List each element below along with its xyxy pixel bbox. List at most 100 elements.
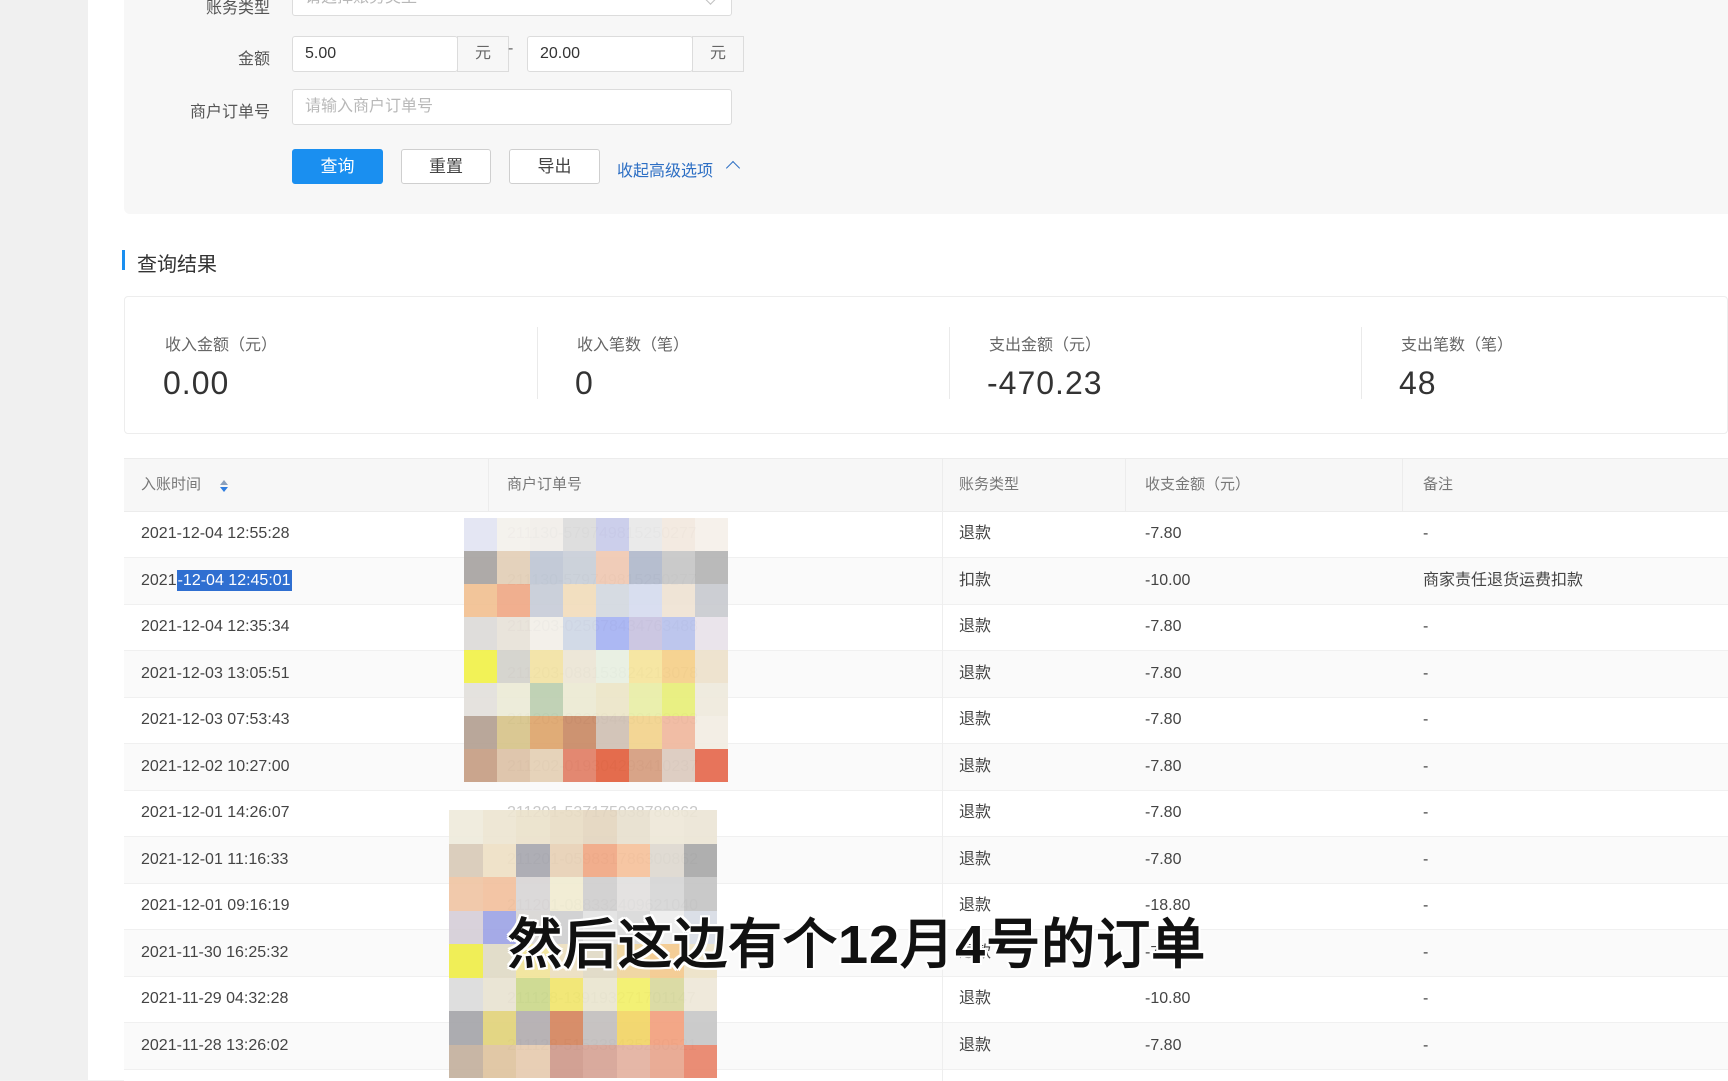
cell-type: 扣款 bbox=[959, 571, 992, 589]
amount-min-input[interactable]: 5.00 bbox=[292, 36, 458, 72]
results-title: 查询结果 bbox=[137, 254, 217, 276]
time-text: 2021-12-04 12:35:34 bbox=[141, 618, 290, 635]
mosaic-tile bbox=[449, 910, 483, 944]
mosaic-tile bbox=[662, 749, 695, 782]
cell-note: - bbox=[1423, 990, 1429, 1007]
mosaic-tile bbox=[563, 683, 596, 716]
stat-expense-count: 支出笔数（笔） 48 bbox=[1361, 297, 1728, 435]
cell-note: - bbox=[1423, 897, 1429, 914]
time-text: 2021-12-01 14:26:07 bbox=[141, 804, 290, 821]
cell-time: 2021-12-03 13:05:51 bbox=[141, 651, 290, 697]
mosaic-tile bbox=[583, 1011, 617, 1045]
order-no-label: 商户订单号 bbox=[189, 104, 270, 121]
mosaic-tile bbox=[516, 1011, 550, 1045]
time-text: 2021 bbox=[141, 571, 177, 589]
mosaic-tile bbox=[482, 1011, 516, 1045]
mosaic-tile bbox=[629, 749, 662, 782]
time-text: 2021-12-03 13:05:51 bbox=[141, 664, 290, 682]
cell-note: - bbox=[1423, 804, 1429, 821]
table-row[interactable]: 2021-11-29 04:32:28211128-13919327170114… bbox=[124, 976, 1728, 1023]
cell-amount: -7.80 bbox=[1145, 618, 1182, 635]
privacy-mosaic bbox=[464, 518, 728, 782]
table-row[interactable]: 2021-12-03 07:53:43211203-06269443016390… bbox=[124, 697, 1728, 744]
mosaic-tile bbox=[583, 1044, 617, 1078]
sort-icon[interactable] bbox=[220, 480, 228, 492]
column-header-time[interactable]: 入账时间 bbox=[141, 459, 201, 511]
mosaic-tile bbox=[616, 810, 650, 844]
table-row[interactable]: 2021-11-28 13:26:02211128-51533843528052… bbox=[124, 1022, 1728, 1070]
column-divider bbox=[942, 511, 943, 1081]
mosaic-tile bbox=[596, 584, 629, 617]
table-row[interactable]: 2021-12-01 14:26:07211201-53717503878086… bbox=[124, 790, 1728, 837]
reset-button[interactable]: 重置 bbox=[401, 149, 491, 184]
export-button[interactable]: 导出 bbox=[509, 149, 600, 184]
cell-amount: -10.00 bbox=[1145, 571, 1191, 589]
cell-time: 2021-12-02 10:27:00 bbox=[141, 744, 290, 790]
cell-time: 2021-12-03 07:53:43 bbox=[141, 697, 290, 743]
order-no-input[interactable]: 请输入商户订单号 bbox=[292, 89, 732, 125]
mosaic-tile bbox=[530, 749, 563, 782]
cell-time: 2021-11-29 04:32:28 bbox=[141, 976, 288, 1022]
mosaic-tile bbox=[563, 749, 596, 782]
cell-amount: -7.80 bbox=[1145, 664, 1182, 682]
mosaic-tile bbox=[497, 716, 530, 749]
mosaic-tile bbox=[662, 518, 695, 551]
time-text: 2021-12-01 09:16:19 bbox=[141, 897, 290, 914]
account-type-select[interactable]: 请选择账务类型 bbox=[292, 0, 732, 16]
video-caption: 然后这边有个12月4号的订单 bbox=[508, 915, 1207, 975]
mosaic-tile bbox=[695, 617, 728, 650]
header-divider bbox=[1402, 459, 1403, 511]
cell-amount: -7.80 bbox=[1145, 804, 1182, 821]
mosaic-tile bbox=[596, 716, 629, 749]
cell-amount: -10.80 bbox=[1145, 990, 1191, 1007]
table-row[interactable]: 2021-12-01 11:16:33211201-05983178630086… bbox=[124, 836, 1728, 884]
mosaic-tile bbox=[596, 551, 629, 584]
amount-min-unit: 元 bbox=[457, 36, 509, 72]
amount-max-input[interactable]: 20.00 bbox=[527, 36, 693, 72]
left-background-strip bbox=[0, 0, 88, 1080]
stat-label: 收入笔数（笔） bbox=[577, 337, 690, 354]
cell-note: - bbox=[1423, 618, 1429, 635]
mosaic-tile bbox=[497, 749, 530, 782]
mosaic-tile bbox=[563, 584, 596, 617]
table-row[interactable]: 2021-12-04 12:35:34211203-02567843476348… bbox=[124, 604, 1728, 651]
table-row[interactable]: 2021-12-02 10:27:00211202-01930429341023… bbox=[124, 743, 1728, 791]
mosaic-tile bbox=[629, 551, 662, 584]
table-row[interactable]: 2021-12-04 12:55:28211130-57974981525027… bbox=[124, 511, 1728, 558]
mosaic-tile bbox=[650, 810, 684, 844]
mosaic-tile bbox=[683, 810, 717, 844]
results-table: 入账时间 商户订单号 账务类型 收支金额（元） 备注 2021-12-04 12… bbox=[124, 458, 1728, 1081]
table-row[interactable]: 2021-12-03 13:05:51211203-08815382421307… bbox=[124, 650, 1728, 698]
table-row[interactable]: 2021-12-04 12:45:01211130-57974981525027… bbox=[124, 557, 1728, 605]
query-button[interactable]: 查询 bbox=[292, 149, 383, 184]
time-text: 2021-12-04 12:55:28 bbox=[141, 525, 290, 542]
mosaic-tile bbox=[695, 584, 728, 617]
cell-note: - bbox=[1423, 1036, 1429, 1054]
mosaic-tile bbox=[449, 1044, 483, 1078]
mosaic-tile bbox=[583, 977, 617, 1011]
cell-type: 退款 bbox=[959, 804, 992, 821]
cell-amount: -7.80 bbox=[1145, 757, 1182, 775]
collapse-advanced-link[interactable]: 收起高级选项 bbox=[617, 157, 713, 181]
mosaic-tile bbox=[497, 683, 530, 716]
mosaic-tile bbox=[629, 650, 662, 683]
mosaic-tile bbox=[683, 1011, 717, 1045]
column-header-order-no: 商户订单号 bbox=[507, 476, 583, 493]
mosaic-tile bbox=[662, 551, 695, 584]
mosaic-tile bbox=[497, 551, 530, 584]
header-divider bbox=[942, 459, 943, 511]
mosaic-tile bbox=[449, 810, 483, 844]
stat-label: 收入金额（元） bbox=[165, 337, 278, 354]
stat-value: 0 bbox=[575, 365, 594, 401]
mosaic-tile bbox=[449, 1011, 483, 1045]
mosaic-tile bbox=[616, 1044, 650, 1078]
cell-note: - bbox=[1423, 943, 1429, 961]
stat-income-count: 收入笔数（笔） 0 bbox=[537, 297, 949, 435]
stat-label: 支出金额（元） bbox=[989, 337, 1102, 354]
cell-type: 退款 bbox=[959, 618, 992, 635]
cell-type: 退款 bbox=[959, 757, 992, 775]
mosaic-tile bbox=[629, 518, 662, 551]
mosaic-tile bbox=[695, 650, 728, 683]
cell-type: 退款 bbox=[959, 1036, 992, 1054]
mosaic-tile bbox=[563, 518, 596, 551]
